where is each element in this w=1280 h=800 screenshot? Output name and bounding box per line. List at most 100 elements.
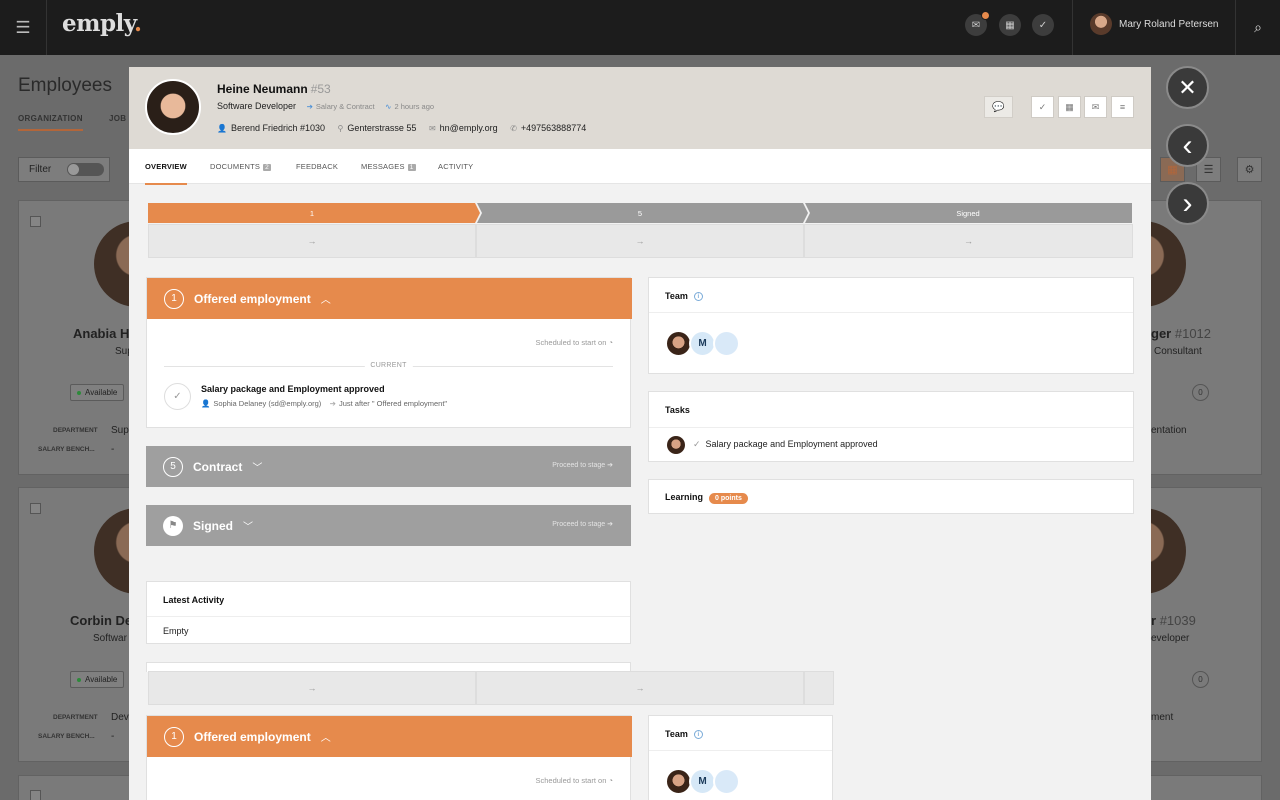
proceed-to-stage-link[interactable]: Proceed to stage ➔ bbox=[552, 461, 613, 469]
next-button[interactable]: › bbox=[1166, 182, 1209, 225]
stage-arrow-5[interactable]: → bbox=[476, 224, 804, 258]
person-icon: 👤 bbox=[217, 124, 227, 133]
field-value: - bbox=[111, 444, 115, 455]
task-title[interactable]: Salary package and Employment approved bbox=[201, 384, 385, 394]
stage-number: 5 bbox=[163, 456, 183, 477]
team-member-avatar[interactable] bbox=[713, 330, 740, 357]
chat-icon[interactable]: 💬 bbox=[984, 96, 1013, 118]
tab-messages[interactable]: MESSAGES 1 bbox=[361, 162, 416, 171]
top-bar: ☰ emply. ✉ ▦ ✓ Mary Roland Petersen ⌕ bbox=[0, 0, 1280, 55]
chevron-up-icon[interactable]: ︿ bbox=[321, 729, 331, 744]
divider bbox=[1072, 0, 1073, 55]
status-badge: Available bbox=[70, 671, 125, 688]
close-button[interactable]: ✕ bbox=[1166, 66, 1209, 109]
card-title: Learning 0 points bbox=[665, 492, 748, 504]
tab-organization[interactable]: ORGANIZATION bbox=[18, 114, 83, 131]
stage-arrow-signed[interactable] bbox=[804, 671, 834, 705]
profile-job: Software Developer ➔ Salary & Contract ∿ 2… bbox=[217, 101, 435, 111]
mail-icon[interactable]: ✉ bbox=[965, 11, 990, 36]
chevron-down-icon[interactable]: ﹀ bbox=[243, 518, 253, 533]
arrow-icon: ➔ bbox=[329, 399, 336, 408]
tab-feedback[interactable]: FEEDBACK bbox=[296, 162, 338, 171]
employee-name: Corbin De bbox=[70, 613, 133, 628]
employee-card[interactable] bbox=[1140, 775, 1262, 800]
offered-employment-header[interactable]: 1 Offered employment ︿ bbox=[147, 278, 632, 319]
profile-tabs: OVERVIEW DOCUMENTS 2 FEEDBACK MESSAGES 1 A… bbox=[129, 149, 1151, 185]
calendar-icon[interactable]: ▦ bbox=[1058, 96, 1081, 118]
check-icon[interactable]: ✓ bbox=[1032, 14, 1054, 36]
hamburger-icon[interactable]: ☰ bbox=[0, 0, 47, 55]
team-member-avatar[interactable] bbox=[713, 768, 740, 795]
manager[interactable]: Berend Friedrich #1030 bbox=[231, 123, 325, 133]
phone[interactable]: +497563888774 bbox=[521, 123, 586, 133]
search-icon[interactable]: ⌕ bbox=[1235, 0, 1280, 55]
stage-arrow-signed[interactable]: → bbox=[804, 224, 1133, 258]
phone-icon: ✆ bbox=[510, 124, 517, 133]
stage-title: Signed bbox=[193, 518, 234, 533]
stage-arrow-1[interactable]: → bbox=[148, 671, 476, 705]
field-value: - bbox=[111, 731, 115, 742]
card-title: Latest Activity bbox=[163, 595, 225, 605]
signed-stage-header[interactable]: ⚑ Signed ﹀ Proceed to stage ➔ bbox=[146, 505, 631, 546]
stage-signed[interactable]: Signed bbox=[804, 203, 1132, 223]
field-value: Sup bbox=[111, 425, 129, 436]
activity-icon: ∿ bbox=[385, 102, 392, 111]
check-icon[interactable]: ✓ bbox=[1031, 96, 1054, 118]
profile-avatar bbox=[145, 79, 201, 135]
select-checkbox[interactable] bbox=[30, 790, 41, 800]
team-member-avatar[interactable]: M bbox=[689, 768, 716, 795]
task-check-icon[interactable]: ✓ bbox=[164, 383, 191, 410]
user-avatar[interactable] bbox=[1090, 13, 1112, 35]
stage-arrow-5[interactable]: → bbox=[476, 671, 804, 705]
assignee-avatar bbox=[667, 436, 685, 454]
scheduled-start[interactable]: Scheduled to start on ◔ bbox=[535, 338, 613, 347]
filter-toggle[interactable] bbox=[67, 163, 104, 176]
divider bbox=[649, 750, 832, 751]
tab-job[interactable]: JOB bbox=[109, 114, 126, 123]
page-title: Employees bbox=[18, 75, 112, 96]
user-name[interactable]: Mary Roland Petersen bbox=[1119, 19, 1219, 30]
proceed-to-stage-link[interactable]: Proceed to stage ➔ bbox=[552, 520, 613, 528]
stage-number: 1 bbox=[164, 726, 184, 747]
contract-stage-header[interactable]: 5 Contract ﹀ Proceed to stage ➔ bbox=[146, 446, 631, 487]
tab-documents[interactable]: DOCUMENTS 2 bbox=[210, 162, 271, 171]
mail-icon: ✉ bbox=[428, 124, 436, 133]
select-checkbox[interactable] bbox=[30, 216, 41, 227]
team-member-avatar[interactable] bbox=[665, 768, 692, 795]
time-meta: ∿ 2 hours ago bbox=[385, 102, 435, 111]
calendar-icon[interactable]: ▦ bbox=[999, 14, 1021, 36]
stage-meta[interactable]: ➔ Salary & Contract bbox=[307, 102, 375, 111]
team-member-avatar[interactable]: M bbox=[689, 330, 716, 357]
info-icon[interactable]: i bbox=[693, 730, 703, 739]
team-card: Team i M bbox=[648, 277, 1134, 374]
field-label: DEPARTMENT bbox=[53, 714, 98, 721]
filter-button[interactable]: Filter bbox=[18, 157, 110, 182]
select-checkbox[interactable] bbox=[30, 503, 41, 514]
tab-overview[interactable]: OVERVIEW bbox=[145, 162, 187, 185]
divider bbox=[147, 616, 630, 617]
stage-1[interactable]: 1 bbox=[148, 203, 476, 223]
profile-contact: 👤 Berend Friedrich #1030 ⚲ Genterstrasse 5… bbox=[217, 123, 586, 133]
menu-icon[interactable]: ≡ bbox=[1111, 96, 1134, 118]
offered-employment-header[interactable]: 1 Offered employment ︿ bbox=[147, 716, 632, 757]
profile-name: Heine Neumann #53 bbox=[217, 82, 331, 96]
settings-icon[interactable]: ⚙ bbox=[1237, 157, 1262, 182]
stage-5[interactable]: 5 bbox=[476, 203, 804, 223]
scheduled-start[interactable]: Scheduled to start on ◔ bbox=[535, 776, 613, 785]
chevron-down-icon[interactable]: ﹀ bbox=[252, 459, 262, 474]
previous-button[interactable]: ‹ bbox=[1166, 124, 1209, 167]
task-item[interactable]: ✓ Salary package and Employment approved bbox=[693, 439, 878, 450]
tab-activity[interactable]: ACTIVITY bbox=[438, 162, 473, 171]
app-logo[interactable]: emply. bbox=[62, 10, 142, 37]
status-badge: Available bbox=[70, 384, 125, 401]
info-icon[interactable]: i bbox=[693, 292, 703, 301]
mail-icon[interactable]: ✉ bbox=[1084, 96, 1107, 118]
field-label: SALARY BENCH... bbox=[38, 733, 95, 740]
team-member-avatar[interactable] bbox=[665, 330, 692, 357]
chevron-up-icon[interactable]: ︿ bbox=[321, 291, 331, 306]
chevron-left-icon: ‹ bbox=[1182, 128, 1193, 162]
employee-role: Softwar bbox=[93, 633, 127, 644]
email[interactable]: hn@emply.org bbox=[440, 123, 498, 133]
stage-arrow-1[interactable]: → bbox=[148, 224, 476, 258]
close-icon: ✕ bbox=[1178, 74, 1197, 100]
